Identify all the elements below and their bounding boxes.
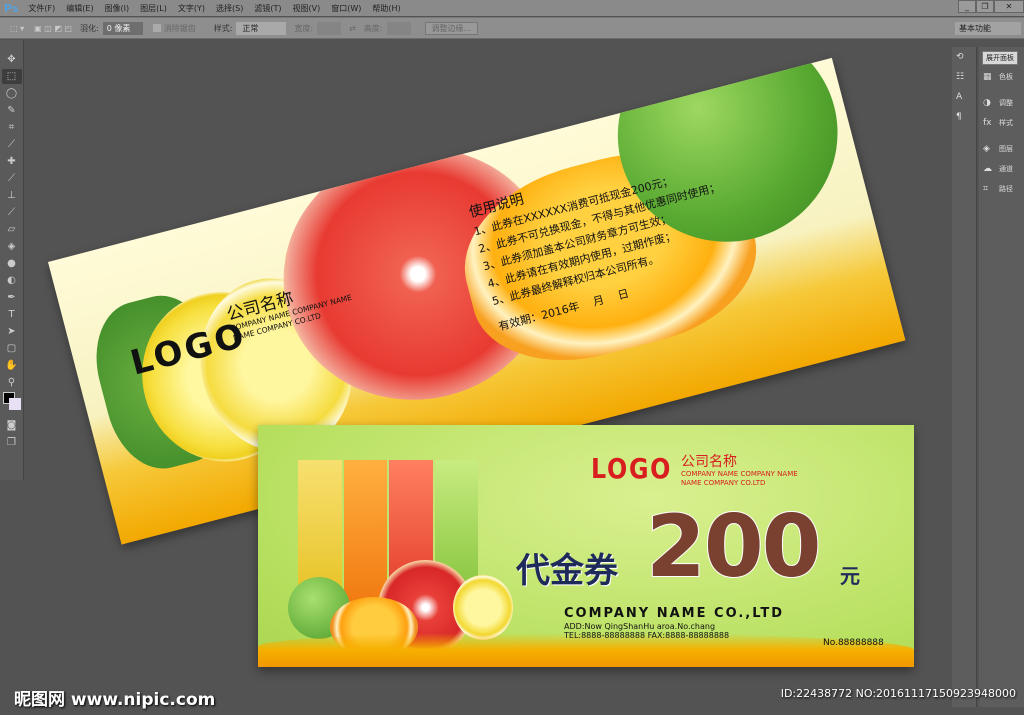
menu-type[interactable]: 文字(Y) (178, 3, 205, 14)
swatches-icon: ▦ (983, 72, 992, 82)
background-color[interactable] (9, 398, 21, 410)
menu-file[interactable]: 文件(F) (28, 3, 55, 14)
hand-tool-icon[interactable]: ✋ (2, 358, 22, 373)
menu-filter[interactable]: 滤镜(T) (254, 3, 281, 14)
adjustments-icon: ◑ (983, 98, 991, 108)
quick-select-tool-icon[interactable]: ✎ (2, 103, 22, 118)
height-input[interactable] (386, 21, 411, 35)
move-tool-icon[interactable]: ✥ (2, 52, 22, 67)
crop-tool-icon[interactable]: ⌗ (2, 120, 22, 135)
eyedropper-tool-icon[interactable]: ⟋ (2, 137, 22, 152)
minimize-button[interactable]: _ (958, 0, 976, 13)
paint-bucket-tool-icon[interactable]: ◈ (2, 239, 22, 254)
blur-tool-icon[interactable]: ● (2, 256, 22, 271)
voucher-back: LOGO 公司名称 COMPANY NAME COMPANY NAME NAME… (258, 425, 914, 667)
menu-select[interactable]: 选择(S) (216, 3, 243, 14)
zoom-tool-icon[interactable]: ⚲ (2, 375, 22, 390)
back-company-en: NAME COMPANY CO.LTD (681, 479, 766, 487)
currency-unit: 元 (840, 564, 860, 588)
width-label: 宽度: (294, 23, 314, 33)
shape-tool-icon[interactable]: ▢ (2, 341, 22, 356)
panel-swatches[interactable]: ▦ 色板 (979, 67, 1024, 87)
path-select-tool-icon[interactable]: ➤ (2, 324, 22, 339)
restore-button[interactable]: ❐ (976, 0, 994, 13)
back-company-en: COMPANY NAME COMPANY NAME (681, 470, 798, 478)
style-label: 样式: (213, 23, 233, 33)
panel-layers[interactable]: ◈ 图层 (979, 139, 1024, 159)
feather-input[interactable]: 0 像素 (102, 21, 143, 35)
company-name: COMPANY NAME CO.,LTD (564, 606, 785, 621)
panel-paths[interactable]: ⌗ 路径 (979, 179, 1024, 199)
healing-tool-icon[interactable]: ✚ (2, 154, 22, 169)
properties-panel-icon[interactable]: ☷ (952, 67, 976, 87)
expand-panels-tooltip: 展开面板 (982, 51, 1018, 65)
lemon-slice (453, 575, 513, 640)
watermark-site: 昵图网 www.nipic.com (14, 690, 216, 710)
stamp-tool-icon[interactable]: ⊥ (2, 188, 22, 203)
photoshop-logo: Ps (4, 1, 19, 15)
panel-channels[interactable]: ☁ 通道 (979, 159, 1024, 179)
history-brush-tool-icon[interactable]: ⟋ (2, 205, 22, 220)
panel-adjustments[interactable]: ◑ 调整 (979, 93, 1024, 113)
screen-mode-icon[interactable]: ❐ (2, 435, 22, 450)
tools-panel: ✥ ⬚ ◯ ✎ ⌗ ⟋ ✚ ⟋ ⊥ ⟋ ▱ ◈ ● ◐ ✒ T ➤ ▢ ✋ ⚲ … (0, 40, 24, 480)
workspace-select[interactable]: 基本功能 (955, 22, 1021, 35)
menu-image[interactable]: 图像(I) (105, 3, 130, 14)
refine-edge-button[interactable]: 调整边缘... (424, 21, 479, 35)
close-button[interactable]: ✕ (994, 0, 1024, 13)
menu-layer[interactable]: 图层(L) (140, 3, 167, 14)
marquee-preset-icon[interactable]: ⬚ ▾ (10, 24, 24, 33)
address: ADD:Now QingShanHu aroa.No.chang (564, 622, 716, 631)
menu-view[interactable]: 视图(V) (292, 3, 320, 14)
width-input[interactable] (317, 21, 342, 35)
dodge-tool-icon[interactable]: ◐ (2, 273, 22, 288)
swap-icon[interactable]: ⇄ (349, 24, 356, 33)
feather-label: 羽化: (80, 23, 99, 33)
voucher-amount: 200 (645, 496, 823, 598)
color-swatches[interactable] (3, 392, 21, 416)
channels-icon: ☁ (983, 164, 992, 174)
layers-icon: ◈ (983, 144, 990, 154)
paragraph-panel-icon[interactable]: ¶ (952, 107, 976, 127)
phone-fax: TEL:8888-88888888 FAX:8888-88888888 (564, 631, 730, 640)
style-select[interactable]: 正常 (236, 21, 287, 35)
history-panel-icon[interactable]: ⟲ (952, 47, 976, 67)
lasso-tool-icon[interactable]: ◯ (2, 86, 22, 101)
brush-tool-icon[interactable]: ⟋ (2, 171, 22, 186)
character-panel-icon[interactable]: A (952, 87, 976, 107)
menu-window[interactable]: 窗口(W) (331, 3, 361, 14)
panel-list: ◍颜色 ▦色板 ◑调整 fx样式 ◈图层 ☁通道 ⌗路径 (979, 47, 1024, 707)
marquee-tool-icon[interactable]: ⬚ (1, 69, 22, 84)
eraser-tool-icon[interactable]: ▱ (2, 222, 22, 237)
quick-mask-icon[interactable]: ◙ (2, 418, 22, 433)
selection-mode-icons[interactable]: ▣ ◫ ◩ ◰ (34, 24, 72, 33)
watermark-id: ID:22438772 NO:20161117150923948000 (780, 687, 1016, 700)
type-tool-icon[interactable]: T (2, 307, 22, 322)
height-label: 高度: (363, 23, 383, 33)
menu-edit[interactable]: 编辑(E) (66, 3, 93, 14)
antialias-checkbox[interactable] (152, 24, 161, 32)
antialias-label: 消除锯齿 (163, 23, 196, 33)
paths-icon: ⌗ (983, 184, 989, 194)
menu-help[interactable]: 帮助(H) (372, 3, 400, 14)
panel-icons-column: ⟲ ☷ A ¶ (952, 47, 977, 707)
menu-bar: Ps 文件(F) 编辑(E) 图像(I) 图层(L) 文字(Y) 选择(S) 滤… (0, 0, 1024, 16)
serial-number: No.88888888 (823, 638, 884, 648)
pen-tool-icon[interactable]: ✒ (2, 290, 22, 305)
panel-styles[interactable]: fx 样式 (979, 113, 1024, 133)
options-bar: ⬚ ▾ ▣ ◫ ◩ ◰ 羽化: 0 像素 消除锯齿 样式: 正常 宽度: ⇄ 高… (0, 17, 1024, 39)
back-logo: LOGO (591, 452, 673, 485)
voucher-label: 代金券 (516, 551, 618, 591)
right-panel-dock: ⟲ ☷ A ¶ ◍颜色 ▦色板 ◑调整 fx样式 ◈图层 ☁通道 ⌗路径 (952, 40, 1024, 715)
back-company-cn: 公司名称 (681, 454, 737, 470)
styles-icon: fx (983, 118, 992, 128)
